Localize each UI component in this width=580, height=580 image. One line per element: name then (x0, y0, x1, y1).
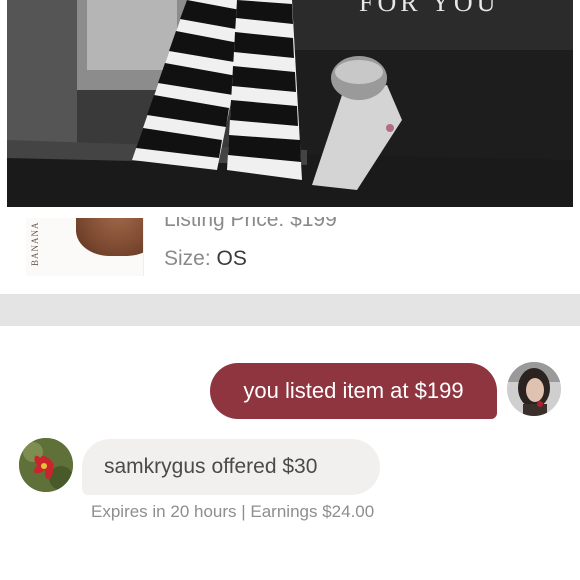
thumbnail-brand-text: BANANA (30, 221, 40, 266)
listing-thumbnail[interactable]: BANANA (26, 218, 144, 276)
buyer-avatar[interactable] (19, 438, 73, 492)
offer-message-bubble: samkrygus offered $30 (82, 439, 380, 495)
listing-price-label: Listing Price: (164, 217, 285, 231)
chat-thread: you listed item at $199 samkrygus offere… (0, 326, 580, 580)
photo-caption: FOR YOU (359, 0, 500, 17)
seller-avatar[interactable] (507, 362, 561, 416)
outgoing-message-text: you listed item at $199 (243, 378, 464, 403)
offer-username[interactable]: samkrygus (104, 455, 206, 479)
listing-photo: FOR YOU (7, 0, 573, 207)
outgoing-message-bubble: you listed item at $199 (210, 363, 497, 419)
listing-summary[interactable]: BANANA Listing Price: $199 Size: OS (0, 210, 580, 294)
seller-avatar-image (507, 362, 561, 416)
buyer-avatar-image (19, 438, 73, 492)
listing-price: Listing Price: $199 (164, 217, 337, 231)
photo-scene (7, 0, 573, 207)
listing-size-value: OS (216, 247, 247, 270)
listing-size-label: Size: (164, 247, 211, 270)
bag-image (76, 218, 143, 256)
listing-price-value: $199 (290, 217, 337, 231)
offer-text: offered $30 (211, 455, 318, 478)
listing-size: Size: OS (164, 247, 247, 271)
section-divider (0, 294, 580, 326)
offer-expiry-earnings: Expires in 20 hours | Earnings $24.00 (91, 502, 375, 521)
